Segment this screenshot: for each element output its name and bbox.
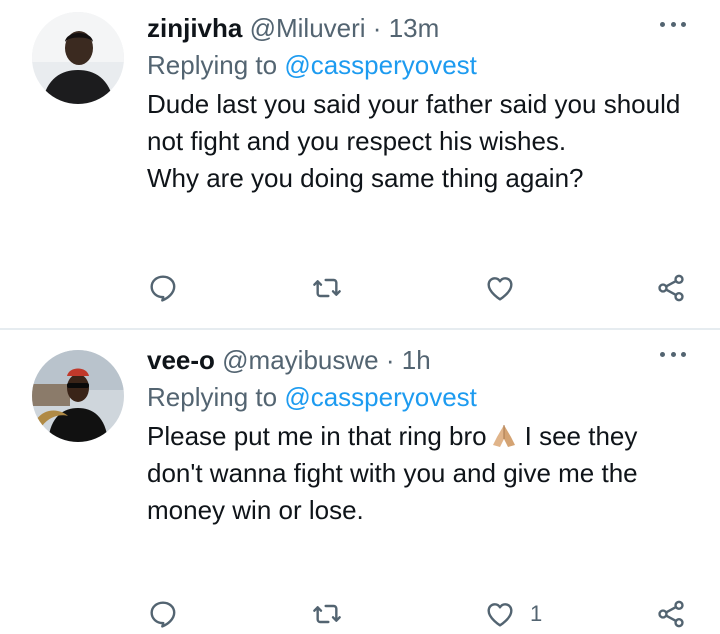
retweet-button[interactable]: [311, 594, 343, 634]
action-bar: 1: [0, 594, 720, 634]
like-icon: [487, 603, 513, 627]
replying-to: Replying to @cassperyovest: [147, 379, 690, 415]
user-handle[interactable]: @mayibuswe: [222, 345, 378, 375]
tweet-1[interactable]: zinjivha @Miluveri · 13m Replying to @ca…: [0, 0, 720, 330]
tweet-text-line: Please put me in that ring bro I see they…: [147, 418, 690, 529]
share-button[interactable]: [655, 268, 687, 308]
like-count: 1: [530, 601, 543, 626]
avatar[interactable]: [32, 350, 124, 442]
share-button[interactable]: [655, 594, 687, 634]
avatar[interactable]: [32, 12, 124, 104]
more-icon[interactable]: [660, 22, 686, 28]
retweet-button[interactable]: [311, 268, 343, 308]
reply-button[interactable]: [147, 268, 179, 308]
user-handle[interactable]: @Miluveri: [250, 13, 366, 43]
tweet-text-line: Why are you doing same thing again?: [147, 163, 584, 193]
mention-link[interactable]: @cassperyovest: [284, 382, 477, 412]
display-name[interactable]: vee-o: [147, 345, 215, 375]
reply-icon: [150, 601, 176, 628]
like-button[interactable]: [484, 268, 530, 308]
timestamp[interactable]: 1h: [402, 345, 431, 375]
like-icon: [487, 277, 513, 301]
folded-hands-emoji: [492, 425, 515, 447]
reply-icon: [150, 275, 176, 302]
separator-dot: ·: [385, 345, 395, 375]
tweet-text-part: Please put me in that ring bro: [147, 421, 487, 451]
timestamp[interactable]: 13m: [389, 13, 440, 43]
tweet-header: zinjivha @Miluveri · 13m: [147, 10, 690, 46]
mention-link[interactable]: @cassperyovest: [284, 50, 477, 80]
tweet-text-line: Dude last you said your father said you …: [147, 89, 681, 156]
more-icon[interactable]: [660, 352, 686, 358]
reply-button[interactable]: [147, 594, 179, 634]
retweet-icon: [313, 604, 341, 624]
tweet-2[interactable]: vee-o @mayibuswe · 1h Replying to @cassp…: [0, 330, 720, 628]
tweet-content: zinjivha @Miluveri · 13m Replying to @ca…: [147, 10, 690, 197]
separator-dot: ·: [372, 13, 382, 43]
replying-to: Replying to @cassperyovest: [147, 47, 690, 83]
display-name[interactable]: zinjivha: [147, 13, 242, 43]
replying-prefix: Replying to: [147, 50, 278, 80]
tweet-text: Dude last you said your father said you …: [147, 86, 690, 197]
tweet-header: vee-o @mayibuswe · 1h: [147, 342, 690, 378]
like-button[interactable]: 1: [484, 594, 542, 634]
share-icon: [658, 274, 684, 302]
replying-prefix: Replying to: [147, 382, 278, 412]
retweet-icon: [313, 278, 341, 298]
tweet-text: Please put me in that ring bro I see they…: [147, 418, 690, 529]
share-icon: [658, 600, 684, 628]
action-bar: [0, 268, 720, 308]
tweet-content: vee-o @mayibuswe · 1h Replying to @cassp…: [147, 342, 690, 529]
